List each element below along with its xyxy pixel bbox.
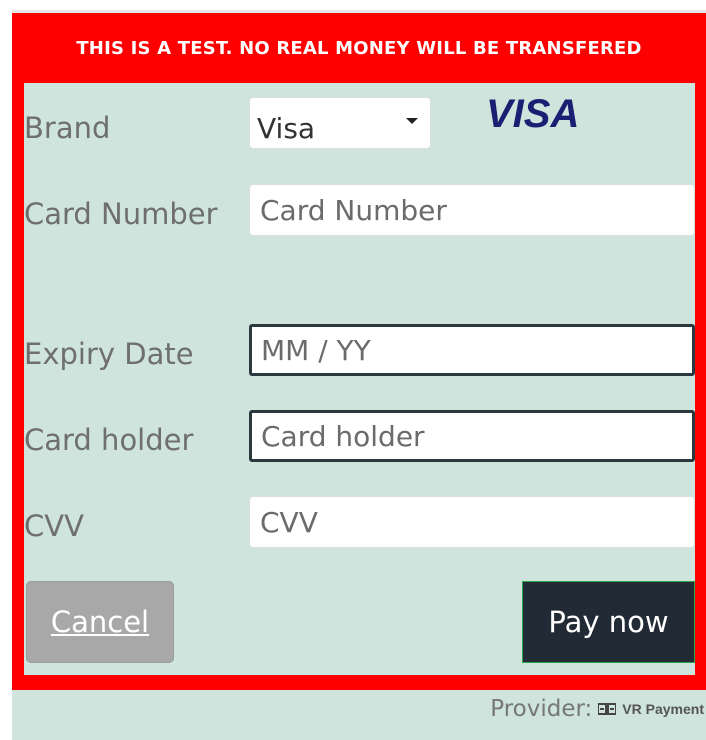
provider-label: Provider: bbox=[490, 696, 593, 722]
chevron-down-icon bbox=[406, 118, 418, 124]
expiry-date-label: Expiry Date bbox=[24, 337, 194, 371]
card-number-input[interactable] bbox=[249, 184, 695, 236]
brand-select-value: Visa bbox=[257, 111, 316, 145]
visa-logo-text: VISA bbox=[486, 92, 579, 135]
card-number-label: Card Number bbox=[24, 197, 218, 231]
provider-info: Provider: VR Payment bbox=[490, 696, 704, 722]
test-mode-frame: THIS IS A TEST. NO REAL MONEY WILL BE TR… bbox=[12, 13, 706, 690]
pay-now-button[interactable]: Pay now bbox=[522, 581, 695, 663]
footer: Provider: VR Payment bbox=[12, 690, 706, 740]
visa-logo: VISA bbox=[486, 92, 579, 135]
cvv-label: CVV bbox=[24, 509, 84, 543]
brand-select[interactable]: Visa bbox=[249, 97, 431, 149]
provider-name: VR Payment bbox=[622, 701, 704, 717]
payment-page: THIS IS A TEST. NO REAL MONEY WILL BE TR… bbox=[0, 0, 706, 740]
vr-payment-icon bbox=[598, 703, 617, 715]
expiry-date-input[interactable] bbox=[249, 324, 695, 376]
test-warning-banner: THIS IS A TEST. NO REAL MONEY WILL BE TR… bbox=[76, 37, 642, 59]
card-holder-input[interactable] bbox=[249, 410, 695, 462]
payment-form: Brand Visa VISA Card Number Expiry Date … bbox=[24, 83, 695, 675]
brand-label: Brand bbox=[24, 111, 111, 145]
cvv-input[interactable] bbox=[249, 496, 695, 548]
card-holder-label: Card holder bbox=[24, 423, 194, 457]
cancel-button[interactable]: Cancel bbox=[26, 581, 174, 663]
